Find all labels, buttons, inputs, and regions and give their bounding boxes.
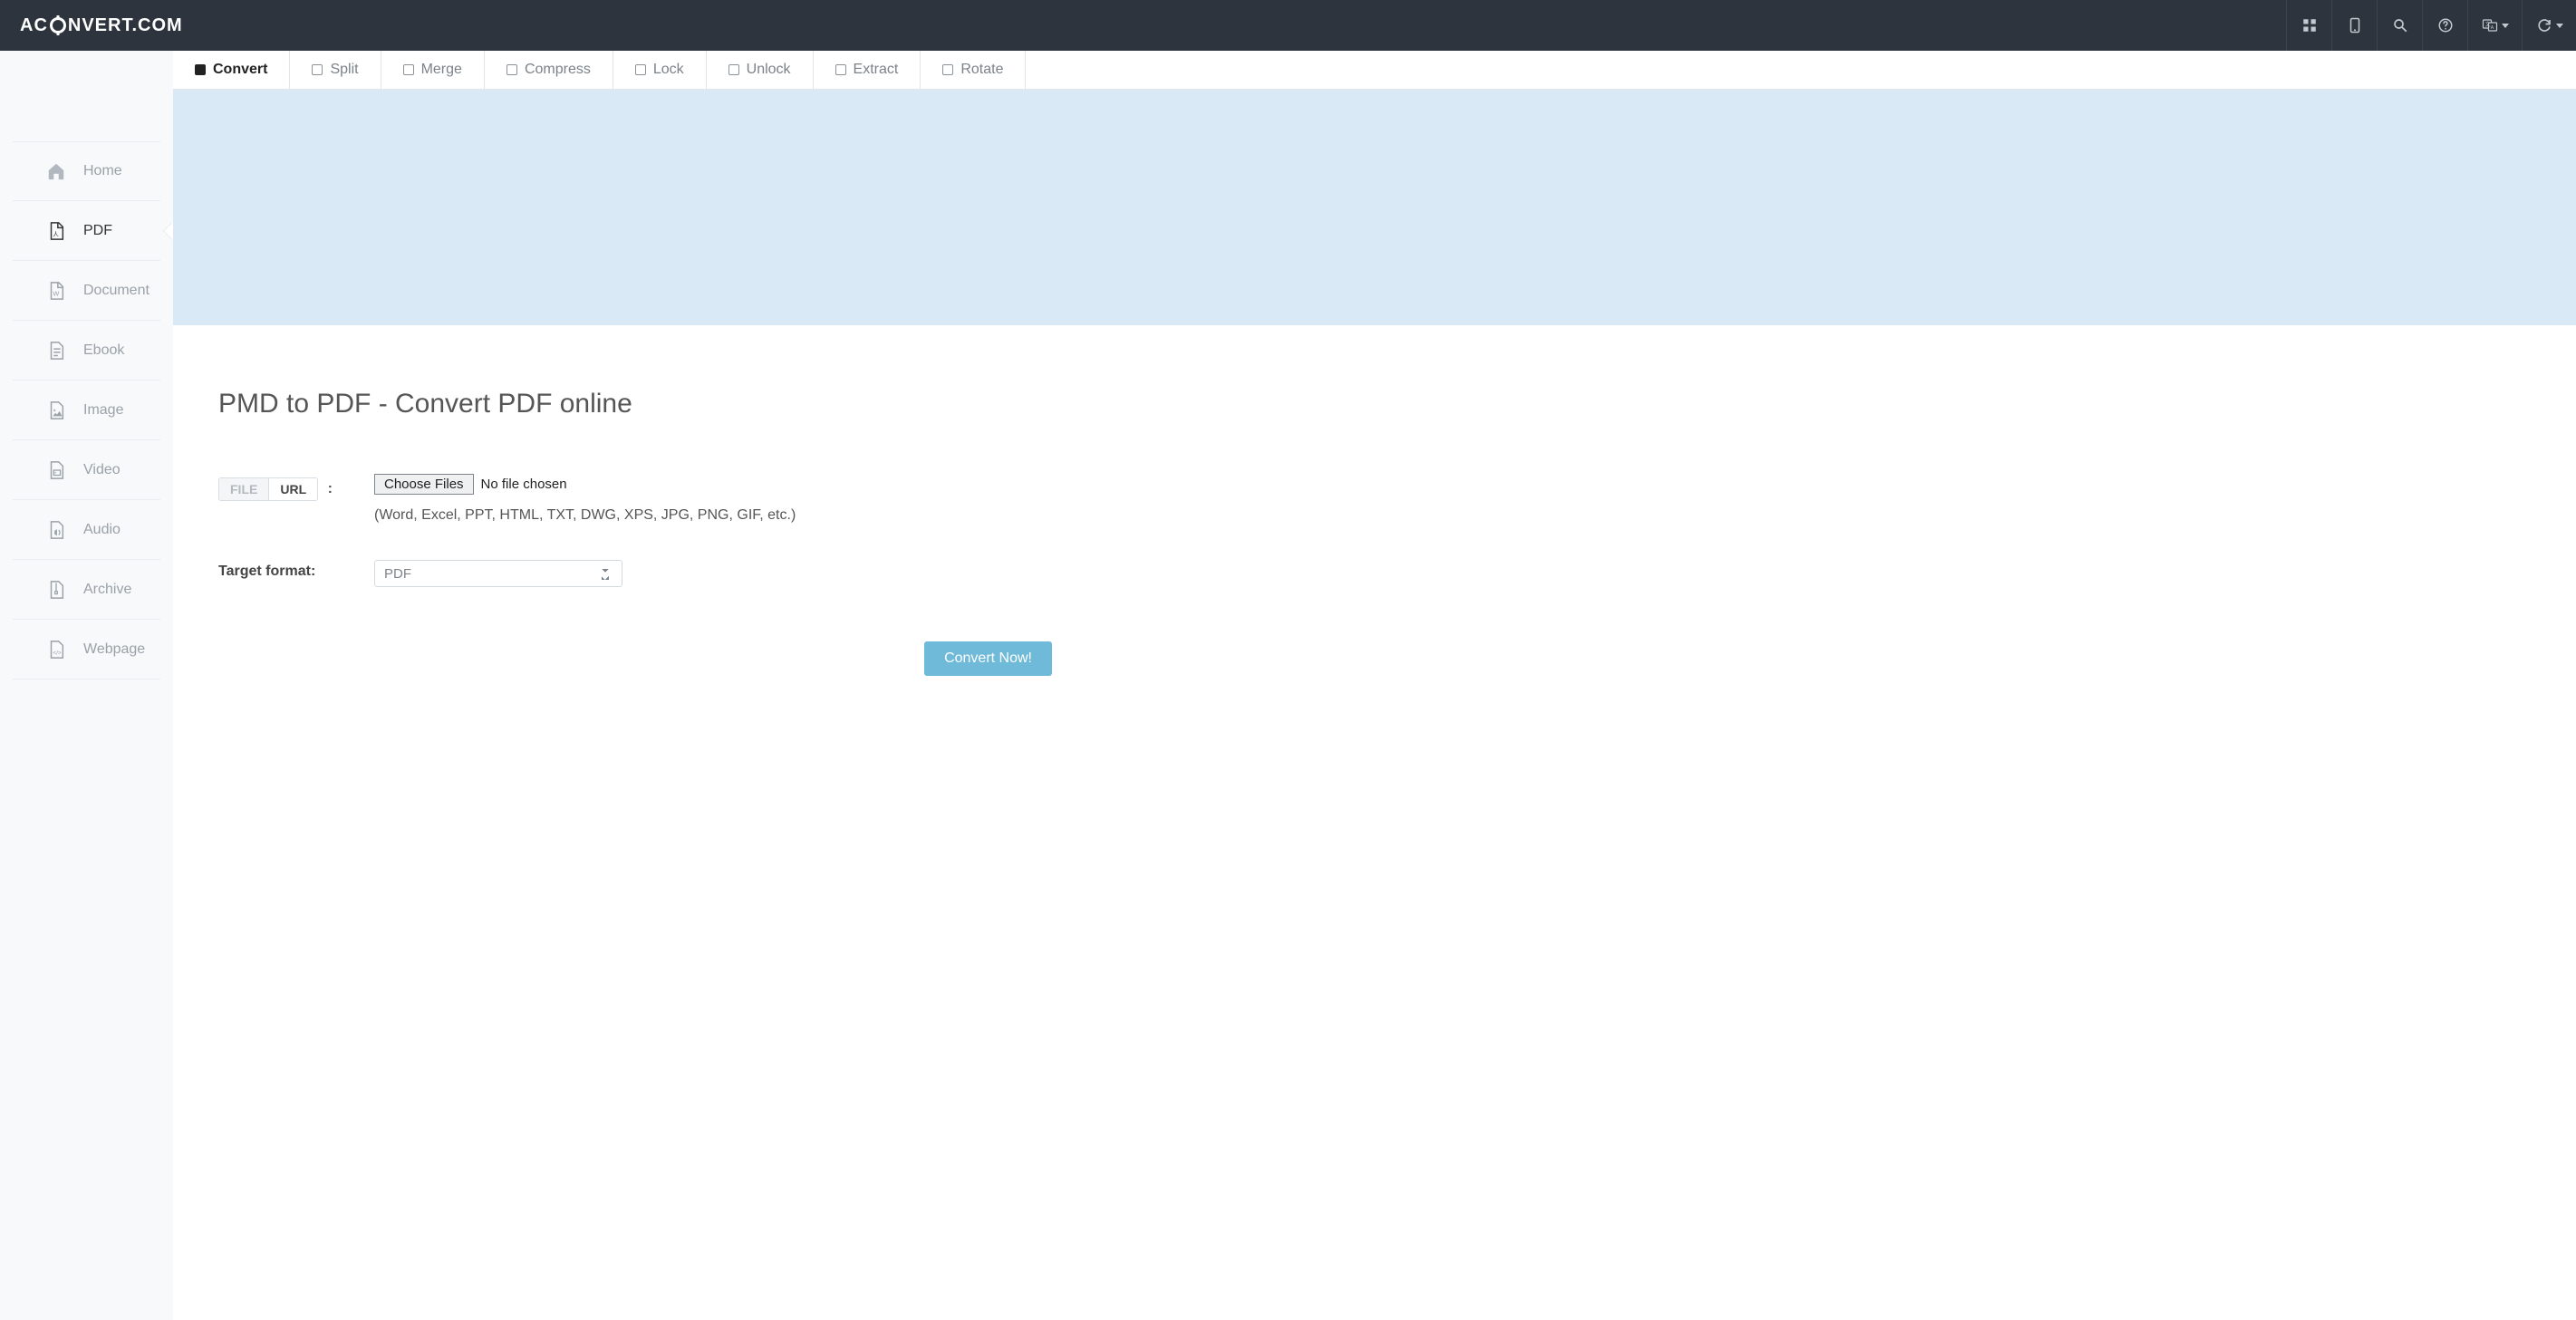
tab-compress[interactable]: Compress bbox=[485, 51, 613, 89]
source-hint: (Word, Excel, PPT, HTML, TXT, DWG, XPS, … bbox=[374, 507, 796, 524]
sidebar-item-label: Image bbox=[83, 402, 123, 419]
tab-label: Convert bbox=[213, 62, 267, 78]
sidebar-item-home[interactable]: Home bbox=[13, 141, 160, 201]
ad-region bbox=[173, 90, 2576, 325]
source-row: FILE URL : Choose Files No file chosen (… bbox=[218, 474, 1179, 524]
sidebar-item-pdf[interactable]: 人 PDF bbox=[13, 201, 160, 261]
chevron-down-icon bbox=[2502, 24, 2509, 28]
logo[interactable]: AC NVERT.COM bbox=[20, 15, 183, 36]
help-icon[interactable] bbox=[2422, 0, 2467, 51]
target-format-label: Target format: bbox=[218, 564, 315, 579]
pdf-icon: 人 bbox=[45, 221, 67, 241]
mobile-icon[interactable] bbox=[2331, 0, 2377, 51]
language-icon[interactable]: 文A bbox=[2467, 0, 2522, 51]
logo-text-prefix: AC bbox=[20, 15, 48, 36]
tab-rotate[interactable]: Rotate bbox=[921, 51, 1026, 89]
svg-text:</>: </> bbox=[53, 650, 62, 656]
tabbar: Convert Split Merge Compress Lock Unlock Extra… bbox=[173, 51, 2576, 90]
logo-text-suffix: NVERT.COM bbox=[68, 15, 183, 36]
sidebar-item-webpage[interactable]: </> Webpage bbox=[13, 620, 160, 679]
sidebar-item-audio[interactable]: Audio bbox=[13, 500, 160, 560]
square-outline-icon bbox=[835, 64, 846, 75]
sidebar-item-image[interactable]: Image bbox=[13, 381, 160, 440]
sidebar-item-label: PDF bbox=[83, 223, 112, 239]
tab-label: Merge bbox=[421, 62, 462, 78]
doc-icon: W bbox=[45, 281, 67, 301]
target-row: Target format: PDF bbox=[218, 560, 1179, 587]
home-icon bbox=[45, 161, 67, 181]
sidebar-item-label: Ebook bbox=[83, 342, 124, 359]
tab-lock[interactable]: Lock bbox=[613, 51, 707, 89]
square-filled-icon bbox=[195, 64, 206, 75]
no-file-text: No file chosen bbox=[481, 477, 567, 492]
content: PMD to PDF - Convert PDF online FILE URL… bbox=[173, 325, 1224, 712]
audio-icon bbox=[45, 520, 67, 540]
sidebar-item-label: Video bbox=[83, 462, 121, 478]
sidebar-item-label: Archive bbox=[83, 582, 131, 598]
square-outline-icon bbox=[312, 64, 323, 75]
webpage-icon: </> bbox=[45, 640, 67, 660]
video-icon bbox=[45, 460, 67, 480]
active-arrow-icon bbox=[164, 222, 173, 240]
tab-unlock[interactable]: Unlock bbox=[707, 51, 814, 89]
tab-label: Unlock bbox=[747, 62, 791, 78]
square-outline-icon bbox=[507, 64, 517, 75]
choose-files-button[interactable]: Choose Files bbox=[374, 474, 474, 495]
tab-label: Split bbox=[330, 62, 358, 78]
sidebar-item-video[interactable]: Video bbox=[13, 440, 160, 500]
tab-convert[interactable]: Convert bbox=[173, 51, 290, 89]
square-outline-icon bbox=[403, 64, 414, 75]
svg-text:人: 人 bbox=[53, 230, 59, 237]
sidebar-item-label: Home bbox=[83, 163, 122, 179]
source-toggle: FILE URL bbox=[218, 477, 318, 501]
image-icon bbox=[45, 400, 67, 420]
sidebar: Home 人 PDF W Document Ebook Image Video Audio Arc… bbox=[0, 51, 173, 1320]
square-outline-icon bbox=[942, 64, 953, 75]
archive-icon bbox=[45, 580, 67, 600]
refresh-icon[interactable] bbox=[2522, 0, 2576, 51]
logo-ring-icon bbox=[50, 17, 66, 34]
topbar: AC NVERT.COM 文A bbox=[0, 0, 2576, 51]
svg-text:文: 文 bbox=[2484, 21, 2490, 28]
square-outline-icon bbox=[635, 64, 646, 75]
source-file-seg[interactable]: FILE bbox=[219, 478, 268, 500]
source-colon: : bbox=[328, 481, 333, 496]
search-icon[interactable] bbox=[2377, 0, 2422, 51]
grid-icon[interactable] bbox=[2286, 0, 2331, 51]
source-url-seg[interactable]: URL bbox=[268, 478, 317, 500]
sidebar-item-document[interactable]: W Document bbox=[13, 261, 160, 321]
sidebar-item-ebook[interactable]: Ebook bbox=[13, 321, 160, 381]
svg-text:W: W bbox=[53, 289, 59, 297]
sidebar-item-archive[interactable]: Archive bbox=[13, 560, 160, 620]
chevron-down-icon bbox=[2556, 24, 2563, 28]
tab-split[interactable]: Split bbox=[290, 51, 381, 89]
tab-label: Lock bbox=[653, 62, 684, 78]
tab-extract[interactable]: Extract bbox=[814, 51, 921, 89]
sidebar-item-label: Audio bbox=[83, 522, 121, 538]
tab-label: Rotate bbox=[960, 62, 1003, 78]
page-title: PMD to PDF - Convert PDF online bbox=[218, 389, 1179, 419]
main: Convert Split Merge Compress Lock Unlock Extra… bbox=[173, 51, 2576, 1320]
tab-merge[interactable]: Merge bbox=[381, 51, 485, 89]
topbar-right: 文A bbox=[2286, 0, 2576, 51]
target-format-select[interactable]: PDF bbox=[374, 560, 622, 587]
tab-label: Extract bbox=[854, 62, 899, 78]
svg-text:A: A bbox=[2490, 25, 2494, 31]
tab-label: Compress bbox=[525, 62, 591, 78]
sidebar-item-label: Webpage bbox=[83, 641, 145, 658]
convert-button[interactable]: Convert Now! bbox=[924, 641, 1052, 676]
ebook-icon bbox=[45, 341, 67, 361]
sidebar-item-label: Document bbox=[83, 283, 150, 299]
square-outline-icon bbox=[728, 64, 739, 75]
